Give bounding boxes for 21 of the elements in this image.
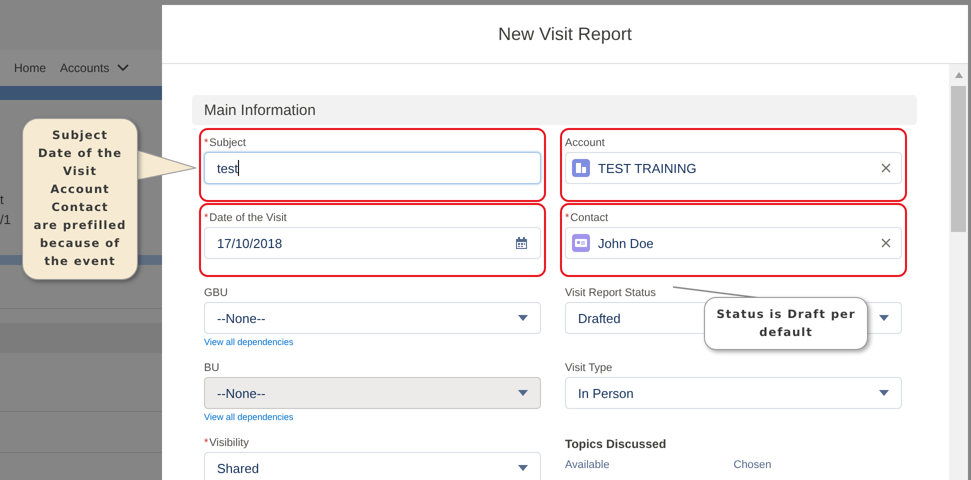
field-label: Contact xyxy=(570,212,608,224)
field-label: Topics Discussed xyxy=(565,437,668,451)
field-label: Account xyxy=(565,137,605,149)
field-label: BU xyxy=(204,362,220,374)
list-heading: Chosen xyxy=(734,459,772,471)
required-mark: * xyxy=(565,212,570,224)
callout: Status is Draft per default xyxy=(704,297,868,350)
required-mark: * xyxy=(204,437,208,449)
required-mark: * xyxy=(204,212,208,224)
background-text: t xyxy=(0,192,4,207)
modal-title: New Visit Report xyxy=(498,24,632,44)
field-label: GBU xyxy=(204,287,228,299)
required-mark: * xyxy=(204,137,208,149)
field-label: Visibility xyxy=(209,437,249,449)
list-heading: Available xyxy=(565,459,610,471)
field-label: Date of the Visit xyxy=(209,212,287,224)
field-label: Subject xyxy=(209,137,246,149)
field-label: Visit Report Status xyxy=(565,287,656,299)
field-label: Visit Type xyxy=(565,362,612,374)
background-text: /1 xyxy=(0,212,11,227)
callout: Subject Date of the Visit Account Contact are prefilled because of the event xyxy=(22,118,138,280)
